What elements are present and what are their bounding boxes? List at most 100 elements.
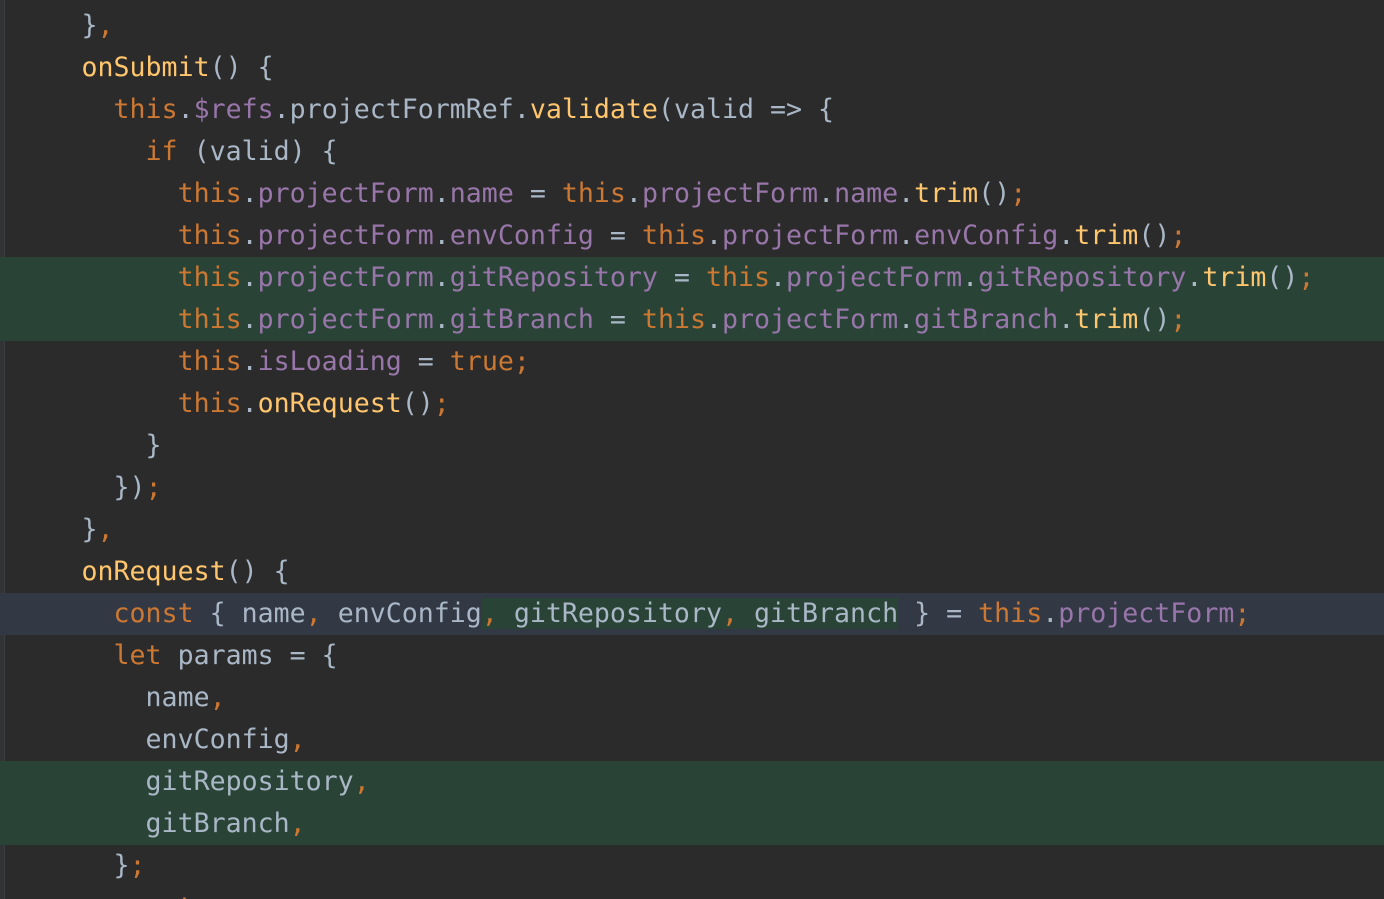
code-token: .	[705, 304, 722, 335]
code-line-current[interactable]: const { name, envConfig, gitRepository, …	[0, 593, 1384, 635]
code-line[interactable]: this.projectForm.name = this.projectForm…	[0, 173, 1384, 215]
code-token: this	[705, 262, 771, 293]
code-token: } =	[898, 598, 979, 629]
code-token: projectForm	[1058, 598, 1235, 629]
code-token: .	[898, 178, 915, 209]
code-line-text: gitRepository,	[82, 761, 370, 803]
code-token: gitRepository	[145, 766, 354, 797]
code-line[interactable]: };	[0, 845, 1384, 887]
code-token: gitRepository	[449, 262, 658, 293]
code-token: .	[241, 346, 258, 377]
code-line-added[interactable]: gitBranch,	[0, 803, 1384, 845]
code-token: this	[177, 220, 242, 251]
code-token: ;	[1234, 598, 1251, 629]
code-token: name	[834, 178, 899, 209]
code-token: .	[241, 178, 258, 209]
code-line-added[interactable]: gitRepository,	[0, 761, 1384, 803]
code-token: =	[593, 304, 642, 335]
code-line[interactable]: onRequest() {	[0, 551, 1384, 593]
code-token: ,	[97, 10, 114, 41]
code-token: projectForm	[257, 262, 434, 293]
code-line-text: },	[82, 5, 114, 47]
code-line[interactable]: if (valid) {	[0, 131, 1384, 173]
code-line[interactable]: onSubmit() {	[0, 47, 1384, 89]
code-line[interactable]: });	[0, 467, 1384, 509]
code-line-text: this.projectForm.gitBranch = this.projec…	[82, 299, 1187, 341]
code-line-text: this.isLoading = true;	[82, 341, 530, 383]
code-line-added[interactable]: this.projectForm.gitBranch = this.projec…	[0, 299, 1384, 341]
code-token: this	[641, 304, 706, 335]
code-token: envConfig	[449, 220, 594, 251]
code-editor[interactable]: }, onSubmit() { this.$refs.projectFormRef…	[0, 0, 1384, 899]
code-token: ()	[401, 388, 434, 419]
code-line-text: gitBranch,	[82, 803, 306, 845]
code-token: ;	[145, 472, 162, 503]
code-line-text: if (valid) {	[82, 131, 338, 173]
code-token: trim	[914, 178, 979, 209]
code-token: .	[433, 220, 450, 251]
code-line-added[interactable]: this.projectForm.gitRepository = this.pr…	[0, 257, 1384, 299]
code-line[interactable]: this.isLoading = true;	[0, 341, 1384, 383]
code-token: ,	[289, 724, 306, 755]
code-token: .projectFormRef.	[273, 94, 530, 125]
code-line-text: });	[82, 467, 162, 509]
code-line[interactable]: this.onRequest();	[0, 383, 1384, 425]
code-line[interactable]: this.$refs.projectFormRef.validate(valid…	[0, 89, 1384, 131]
code-token: ()	[978, 178, 1011, 209]
code-line[interactable]: name,	[0, 677, 1384, 719]
code-token: () {	[209, 52, 274, 83]
code-token: .	[705, 220, 722, 251]
code-token: =	[513, 178, 562, 209]
code-line-text: };	[82, 845, 146, 887]
code-token: $refs	[193, 94, 274, 125]
code-token: gitBranch	[737, 598, 899, 629]
code-line-text: },	[82, 509, 114, 551]
code-token: envConfig	[321, 598, 482, 629]
code-line[interactable]: },	[0, 5, 1384, 47]
code-line[interactable]: const	[0, 887, 1384, 899]
code-line[interactable]: this.projectForm.envConfig = this.projec…	[0, 215, 1384, 257]
code-token: }	[113, 850, 130, 881]
code-token: this	[113, 94, 178, 125]
code-line[interactable]: }	[0, 425, 1384, 467]
code-token: trim	[1202, 262, 1267, 293]
code-token: ,	[289, 808, 306, 839]
code-token: gitBranch	[449, 304, 594, 335]
code-token: .	[433, 178, 450, 209]
code-token: this	[561, 178, 626, 209]
code-token: gitRepository	[497, 598, 722, 629]
code-line[interactable]: envConfig,	[0, 719, 1384, 761]
code-token: onSubmit	[81, 52, 210, 83]
code-token: this	[177, 262, 242, 293]
code-token: ;	[129, 850, 146, 881]
code-token: let	[113, 640, 162, 671]
code-token: projectForm	[257, 220, 434, 251]
code-token: }	[81, 10, 98, 41]
code-token: const	[113, 598, 194, 629]
code-token: ,	[97, 514, 114, 545]
code-token: ;	[1170, 304, 1187, 335]
code-line-text: this.$refs.projectFormRef.validate(valid…	[82, 89, 835, 131]
code-line[interactable]: let params = {	[0, 635, 1384, 677]
code-token: this	[978, 598, 1043, 629]
code-token: =	[401, 346, 450, 377]
code-token: .	[433, 262, 450, 293]
code-token: projectForm	[722, 304, 899, 335]
code-token: .	[433, 304, 450, 335]
code-token: envConfig	[914, 220, 1059, 251]
code-token: if	[145, 136, 178, 167]
code-token: .	[241, 220, 258, 251]
code-token: ;	[433, 388, 450, 419]
code-token: trim	[1074, 304, 1139, 335]
code-line[interactable]: },	[0, 509, 1384, 551]
code-token: validate	[529, 94, 658, 125]
code-token: .	[962, 262, 979, 293]
